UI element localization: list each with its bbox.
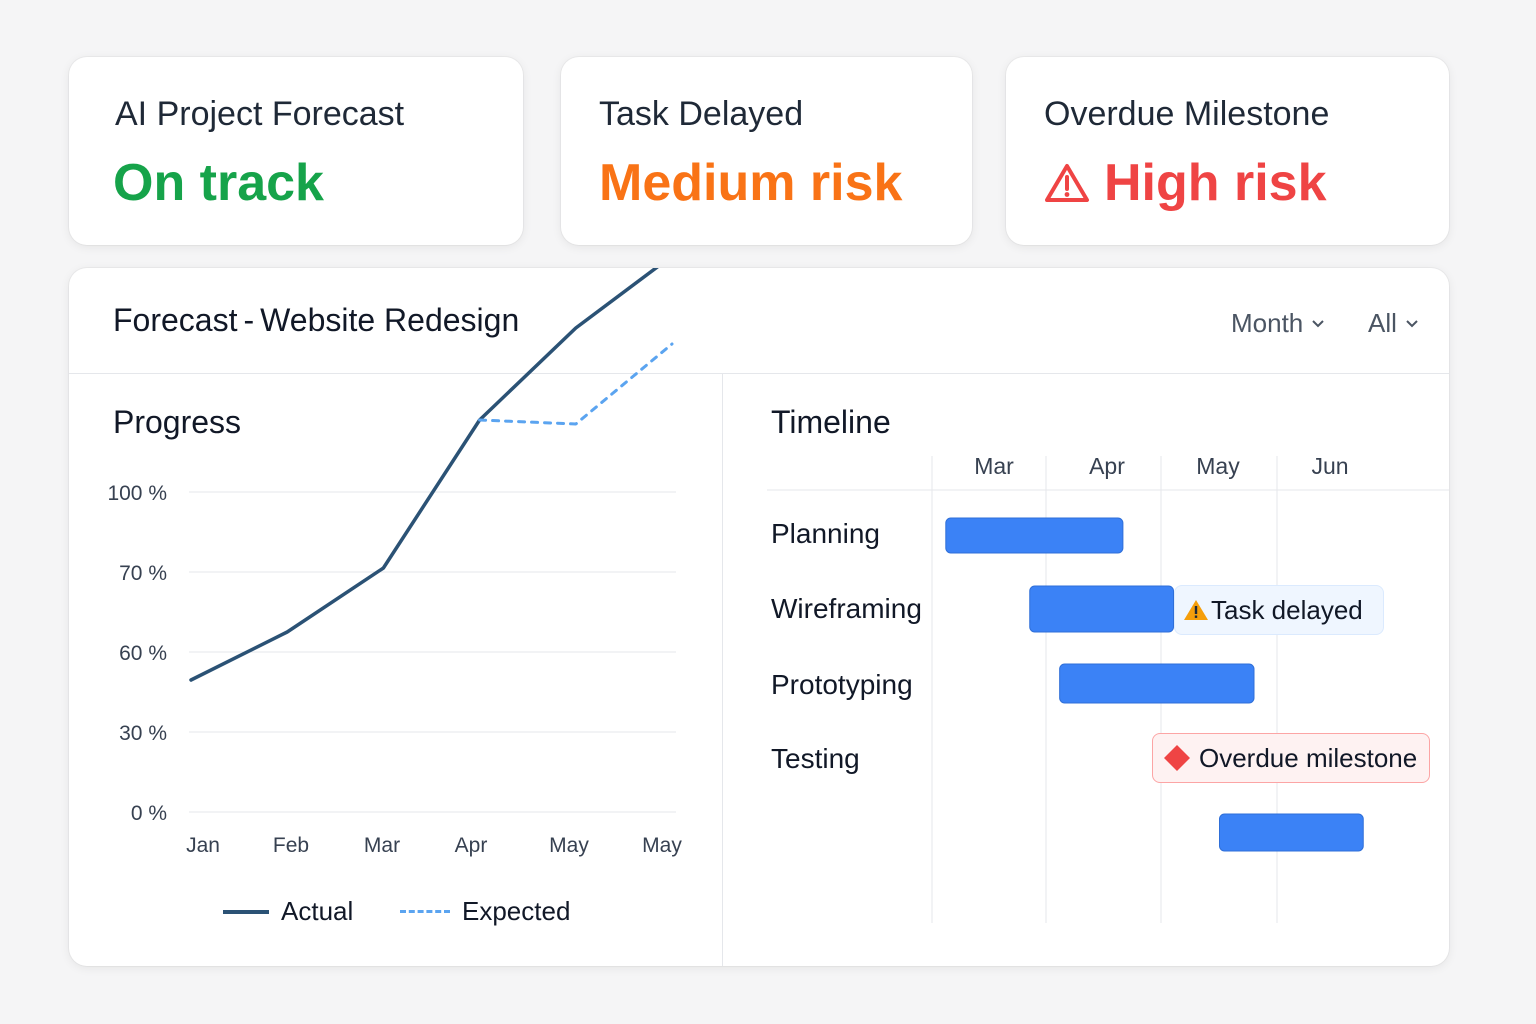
task-label-prototyping: Prototyping [771, 669, 913, 700]
kpi-status: High risk [1044, 153, 1327, 213]
overdue-milestone-callout[interactable]: Overdue milestone [1152, 733, 1430, 783]
month-label: May [1196, 453, 1240, 479]
kpi-card-forecast: AI Project Forecast On track [69, 57, 523, 245]
month-label: Apr [1089, 453, 1125, 479]
task-delayed-callout[interactable]: Task delayed [1174, 585, 1384, 635]
forecast-panel: Forecast - Website Redesign Month All Prog… [69, 268, 1449, 966]
milestone-diamond-icon [1164, 745, 1190, 771]
task-label-planning: Planning [771, 518, 880, 549]
warning-triangle-icon [1045, 164, 1089, 202]
month-label: Mar [974, 453, 1014, 479]
task-label-wireframing: Wireframing [771, 593, 922, 624]
task-bar-testing[interactable] [1219, 813, 1364, 852]
task-delayed-label: Task delayed [1211, 594, 1363, 625]
kpi-title: AI Project Forecast [115, 95, 405, 133]
task-bar-prototyping[interactable] [1059, 663, 1255, 704]
kpi-status-text: Medium risk [599, 154, 903, 212]
kpi-status-text: High risk [1104, 154, 1327, 212]
kpi-status: On track [113, 153, 324, 213]
kpi-card-overdue-milestone: Overdue Milestone High risk [1006, 57, 1449, 245]
task-bar-wireframing[interactable] [1029, 585, 1174, 633]
kpi-title: Task Delayed [599, 95, 804, 133]
month-label: Jun [1311, 453, 1348, 479]
warning-icon [1184, 600, 1208, 620]
task-bar-planning[interactable] [945, 517, 1124, 554]
kpi-title: Overdue Milestone [1044, 95, 1330, 133]
kpi-status: Medium risk [599, 153, 902, 213]
overdue-milestone-label: Overdue milestone [1199, 742, 1418, 773]
task-label-testing: Testing [771, 743, 860, 774]
kpi-status-text: On track [113, 154, 324, 212]
kpi-card-task-delayed: Task Delayed Medium risk [561, 57, 972, 245]
